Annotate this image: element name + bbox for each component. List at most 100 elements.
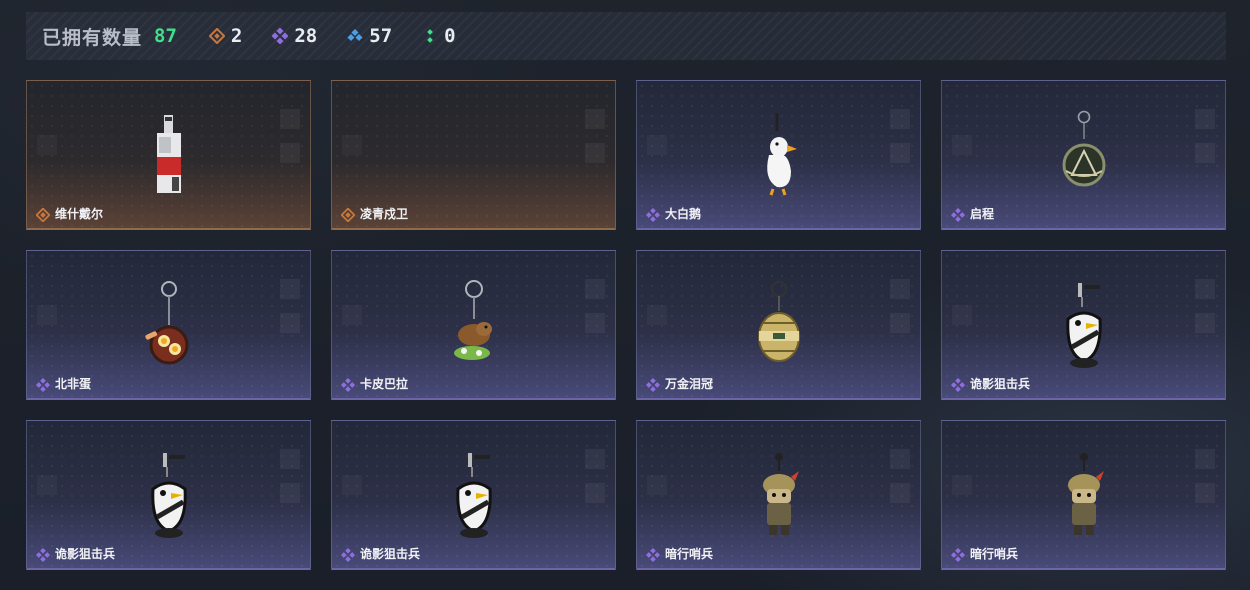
tag-keychain-icon	[139, 109, 199, 201]
rarity-count-value: 28	[294, 25, 318, 47]
owned-count: 87	[154, 25, 177, 47]
item-name-row: 万金泪冠	[645, 375, 714, 392]
item-card[interactable]: 暗行哨兵	[941, 420, 1226, 570]
purple-diamond-icon	[272, 28, 289, 44]
rarity-count-value: 0	[444, 25, 456, 47]
card-decoration	[890, 279, 910, 335]
card-decoration	[647, 135, 667, 155]
rarity-count-orange: 2	[208, 25, 243, 47]
purple-rarity-icon	[35, 547, 51, 562]
item-card[interactable]: 诡影狙击兵	[941, 250, 1226, 400]
sniper-goose-keychain-icon	[139, 449, 199, 541]
card-decoration	[342, 475, 362, 495]
soldier-keychain-icon	[749, 449, 809, 541]
card-decoration	[952, 305, 972, 325]
capybara-keychain-icon	[444, 279, 504, 371]
rarity-count-value: 2	[230, 25, 243, 47]
owned-summary-bar: 已拥有数量 87 2 28 57 0	[26, 12, 1226, 60]
item-name: 卡皮巴拉	[360, 377, 409, 391]
card-decoration	[647, 475, 667, 495]
rarity-count-blue: 57	[347, 25, 392, 47]
item-name-row: 暗行哨兵	[645, 545, 714, 562]
purple-rarity-icon	[950, 547, 966, 562]
pan-keychain-icon	[139, 279, 199, 371]
blue-diamond-icon	[347, 28, 363, 42]
item-card[interactable]: 维什戴尔	[26, 80, 311, 230]
orange-diamond-icon	[208, 28, 225, 44]
card-decoration	[890, 109, 910, 165]
card-decoration	[342, 305, 362, 325]
orange-rarity-icon	[340, 206, 356, 223]
rarity-count-green: 0	[422, 25, 456, 47]
item-card[interactable]: 凌青戍卫	[331, 80, 616, 230]
card-decoration	[37, 305, 57, 325]
item-name-row: 诡影狙击兵	[340, 545, 421, 562]
item-card[interactable]: 北非蛋	[26, 250, 311, 400]
card-decoration	[342, 135, 362, 155]
card-decoration	[280, 109, 300, 165]
item-card[interactable]: 诡影狙击兵	[26, 420, 311, 570]
purple-rarity-icon	[645, 547, 661, 562]
item-name: 暗行哨兵	[970, 547, 1019, 561]
card-decoration	[1195, 449, 1215, 505]
item-name-row: 诡影狙击兵	[35, 545, 116, 562]
item-name-row: 诡影狙击兵	[950, 375, 1031, 392]
card-decoration	[585, 109, 605, 165]
purple-rarity-icon	[645, 377, 661, 392]
item-name: 诡影狙击兵	[360, 547, 421, 561]
card-decoration	[952, 475, 972, 495]
owned-label: 已拥有数量	[42, 26, 143, 49]
card-decoration	[890, 449, 910, 505]
card-decoration	[1195, 109, 1215, 165]
card-decoration	[585, 449, 605, 505]
item-name: 北非蛋	[55, 377, 92, 391]
soldier-keychain-icon	[1054, 449, 1114, 541]
item-name: 万金泪冠	[665, 377, 714, 391]
purple-rarity-icon	[950, 377, 966, 392]
item-name: 暗行哨兵	[665, 547, 714, 561]
card-decoration	[280, 279, 300, 335]
item-name-row: 暗行哨兵	[950, 545, 1019, 562]
purple-rarity-icon	[340, 547, 356, 562]
item-name-row: 大白鹅	[645, 205, 702, 222]
card-decoration	[280, 449, 300, 505]
item-name: 大白鹅	[665, 207, 702, 221]
item-card[interactable]: 卡皮巴拉	[331, 250, 616, 400]
item-card[interactable]: 暗行哨兵	[636, 420, 921, 570]
purple-rarity-icon	[340, 377, 356, 392]
purple-rarity-icon	[35, 377, 51, 392]
item-name: 维什戴尔	[55, 207, 104, 221]
item-card[interactable]: 启程	[941, 80, 1226, 230]
item-card[interactable]: 诡影狙击兵	[331, 420, 616, 570]
medal-keychain-icon	[1054, 109, 1114, 201]
green-dots-icon	[427, 29, 433, 43]
orange-rarity-icon	[35, 206, 51, 223]
item-grid: 维什戴尔 凌青戍卫 大白鹅 启程 北非蛋 卡皮巴拉 万金泪冠 诡影狙击兵 诡影狙…	[26, 80, 1226, 570]
item-name-row: 凌青戍卫	[340, 205, 409, 223]
sniper-goose-keychain-icon	[444, 449, 504, 541]
item-name-row: 北非蛋	[35, 375, 92, 392]
card-decoration	[952, 135, 972, 155]
item-name: 诡影狙击兵	[970, 377, 1031, 391]
item-card[interactable]: 万金泪冠	[636, 250, 921, 400]
card-decoration	[37, 135, 57, 155]
purple-rarity-icon	[645, 207, 661, 222]
card-decoration	[1195, 279, 1215, 335]
purple-rarity-icon	[950, 207, 966, 222]
item-name: 诡影狙击兵	[55, 547, 116, 561]
sniper-goose-keychain-icon	[1054, 279, 1114, 371]
item-name-row: 维什戴尔	[35, 205, 104, 223]
card-decoration	[647, 305, 667, 325]
item-card[interactable]: 大白鹅	[636, 80, 921, 230]
item-art-empty	[444, 109, 504, 201]
rarity-count-purple: 28	[272, 25, 317, 47]
collection-panel: 已拥有数量 87 2 28 57 0 维什戴尔 凌青戍卫 大白鹅 启程 北非蛋 …	[0, 0, 1250, 590]
item-name: 启程	[970, 207, 995, 221]
card-decoration	[585, 279, 605, 335]
item-name-row: 卡皮巴拉	[340, 375, 409, 392]
crown-keychain-icon	[749, 279, 809, 371]
goose-keychain-icon	[749, 109, 809, 201]
card-decoration	[37, 475, 57, 495]
item-name: 凌青戍卫	[360, 207, 409, 221]
item-name-row: 启程	[950, 205, 995, 222]
